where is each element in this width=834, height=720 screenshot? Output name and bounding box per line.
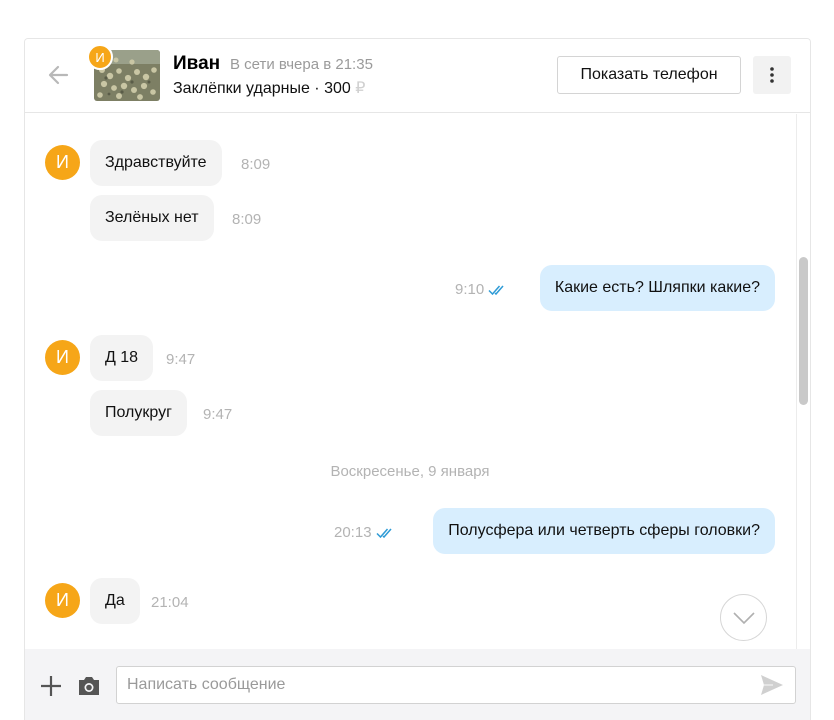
listing-title-fade: ₽ [350,80,366,97]
chat-window: И Иван В сети вчера в 21:35 Заклёпки уда… [24,38,811,720]
online-status: В сети вчера в 21:35 [230,56,373,73]
outgoing-message: Какие есть? Шляпки какие? [539,265,775,311]
chat-header: И Иван В сети вчера в 21:35 Заклёпки уда… [25,39,810,113]
partial-date-separator: · ·· · [383,114,409,116]
message-status: 9:10 [455,281,506,298]
sender-avatar[interactable]: И [45,583,80,618]
camera-button[interactable] [77,675,101,697]
incoming-message: Д 18 [90,335,154,381]
message-time: 8:09 [241,156,271,173]
sender-avatar[interactable]: И [45,145,80,180]
message-time: 9:47 [166,351,196,368]
avatar[interactable]: И [87,44,113,70]
message-time: 9:10 [455,281,485,298]
kebab-menu-icon [770,67,774,83]
outgoing-message: Полусфера или четверть сферы головки? [433,508,775,554]
double-check-icon [376,528,392,538]
chevron-down-icon [732,611,755,624]
message-input[interactable] [116,666,796,704]
incoming-message: Полукруг [90,390,187,436]
double-check-icon [488,285,504,295]
plus-icon [41,676,61,696]
message-time: 20:13 [334,524,372,541]
scroll-to-bottom-button[interactable] [720,594,767,641]
date-separator: Воскресенье, 9 января [330,463,490,480]
arrow-left-icon [48,65,69,85]
listing-title[interactable]: Заклёпки ударные · 300 ₽ [173,78,387,98]
message-composer [25,649,810,720]
incoming-message: Зелёных нет [90,195,214,241]
more-options-button[interactable] [753,56,791,94]
incoming-message: Здравствуйте [90,140,222,186]
sender-avatar[interactable]: И [45,340,80,375]
listing-title-text: Заклёпки ударные · 300 [173,80,351,97]
send-icon [761,675,783,695]
show-phone-button[interactable]: Показать телефон [557,56,741,94]
incoming-message: Да [90,578,140,624]
send-button[interactable] [760,674,784,696]
message-status: 20:13 [334,524,394,541]
message-list[interactable]: · ·· · И Здравствуйте 8:09 Зелёных нет 8… [25,114,795,649]
message-time: 8:09 [232,211,262,228]
camera-icon [79,677,99,695]
back-button[interactable] [45,61,73,89]
attach-button[interactable] [40,675,62,697]
contact-name[interactable]: Иван [173,53,220,75]
message-time: 21:04 [151,594,189,611]
scrollbar-thumb[interactable] [799,257,808,405]
message-time: 9:47 [203,406,233,423]
